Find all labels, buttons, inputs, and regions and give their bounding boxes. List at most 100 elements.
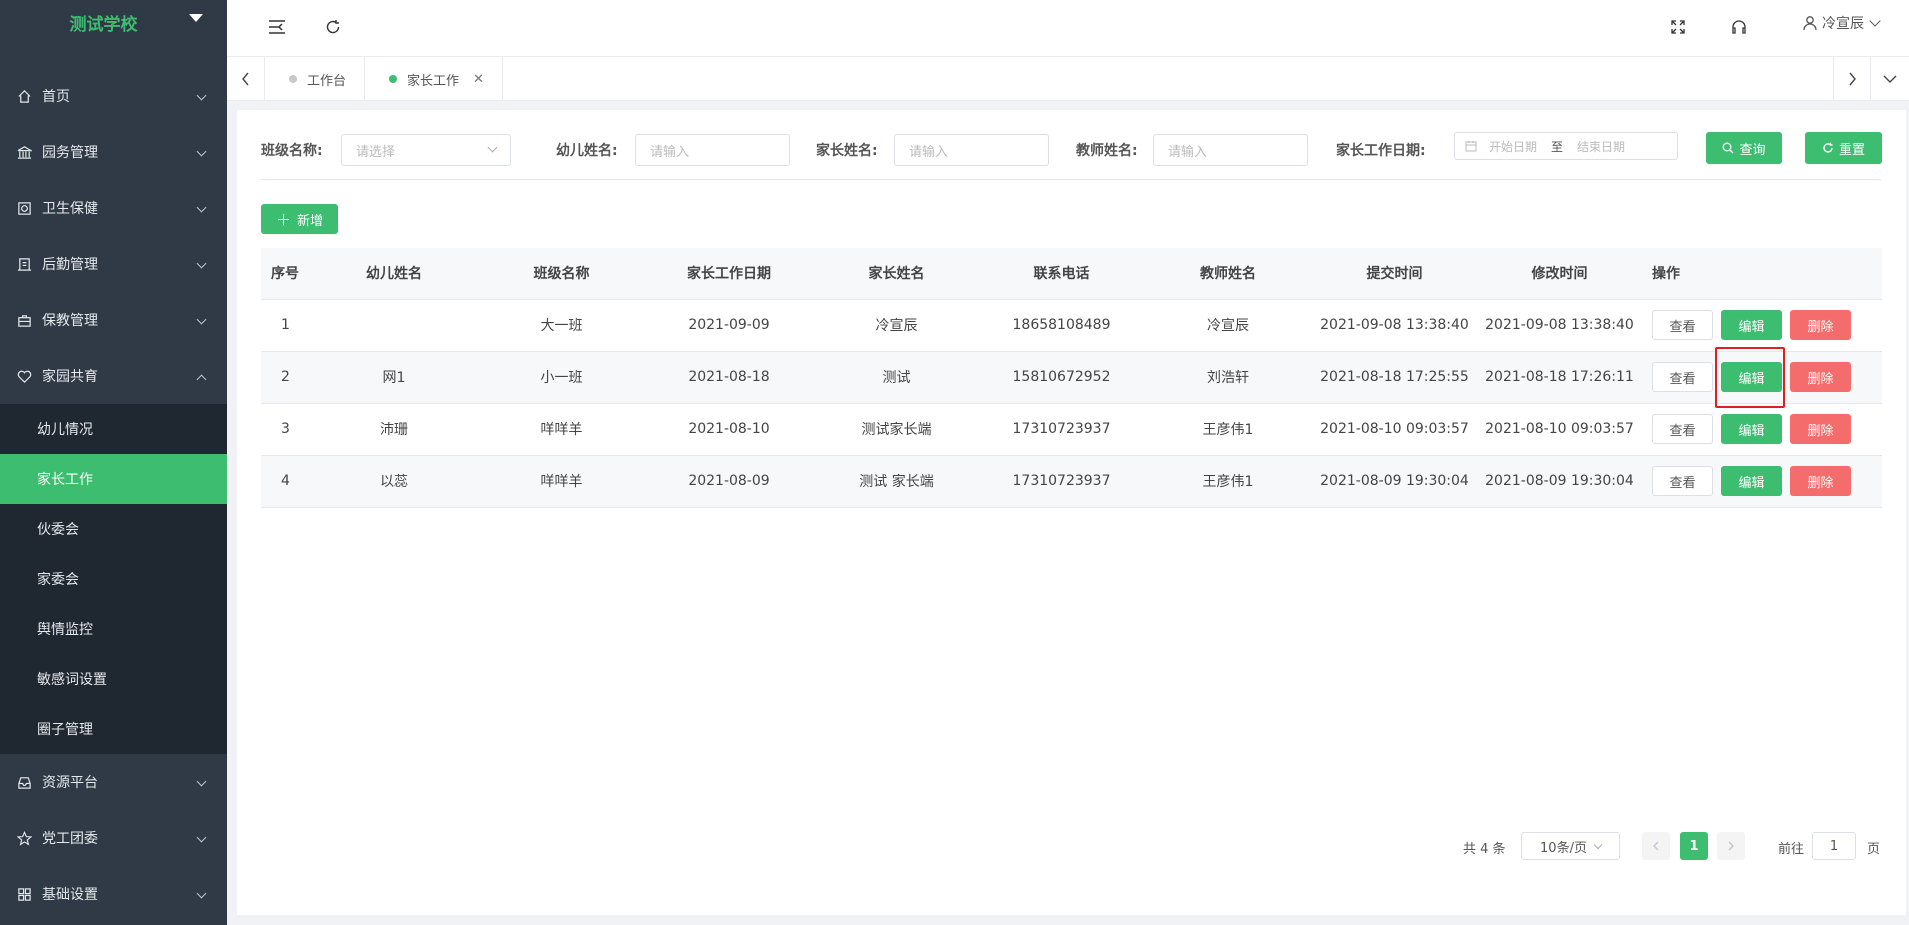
tabs-scroll-right-icon[interactable] xyxy=(1833,57,1871,101)
goto-page-input[interactable]: 1 xyxy=(1812,832,1856,860)
refresh-icon xyxy=(1822,142,1834,154)
table-cell: 冷宣辰 xyxy=(814,299,979,352)
teacher-name-input[interactable]: 请输入 xyxy=(1153,134,1308,166)
query-button[interactable]: 查询 xyxy=(1706,132,1782,164)
col-header: 教师姓名 xyxy=(1144,248,1312,300)
table-cell: 2021-08-18 17:26:11 xyxy=(1477,351,1642,404)
edit-button[interactable]: 编辑 xyxy=(1721,362,1782,392)
page-size-select[interactable]: 10条/页 xyxy=(1521,832,1620,860)
table-cell: 测试 xyxy=(814,351,979,404)
delete-button[interactable]: 删除 xyxy=(1790,362,1851,392)
parent-name-placeholder: 请输入 xyxy=(909,144,949,160)
table-cell: 王彦伟1 xyxy=(1144,455,1312,508)
table-cell: 2021-09-09 xyxy=(644,299,814,352)
sidebar-item-basic-settings[interactable]: 基础设置 xyxy=(0,866,227,922)
school-logo[interactable]: 测试学校 xyxy=(0,0,227,44)
headset-icon[interactable] xyxy=(1729,17,1749,37)
sidebar-item-health[interactable]: 卫生保健 xyxy=(0,180,227,236)
view-button[interactable]: 查看 xyxy=(1652,466,1713,496)
table-cell: 大一班 xyxy=(479,299,644,352)
table-cell: 2 xyxy=(261,351,309,404)
tab-workbench[interactable]: 工作台 xyxy=(265,57,366,101)
refresh-icon[interactable] xyxy=(323,17,343,37)
sidebar-item-logistics[interactable]: 后勤管理 xyxy=(0,236,227,292)
total-count: 共 4 条 xyxy=(1463,842,1506,857)
table-cell: 2021-08-09 19:30:04 xyxy=(1477,455,1642,508)
table-cell: 沛珊 xyxy=(309,403,479,456)
table-cell: 2021-08-18 17:25:55 xyxy=(1312,351,1477,404)
sidebar-subitem-sensitive-words[interactable]: 敏感词设置 xyxy=(0,654,227,704)
end-date-placeholder: 结束日期 xyxy=(1577,139,1626,154)
sidebar-item-home[interactable]: 首页 xyxy=(0,68,227,124)
col-header: 家长姓名 xyxy=(814,248,979,300)
sidebar-item-label: 后勤管理 xyxy=(42,257,98,273)
teacher-name-placeholder: 请输入 xyxy=(1168,144,1208,160)
user-icon xyxy=(1802,15,1818,31)
date-range-picker[interactable]: 开始日期 至 结束日期 xyxy=(1454,132,1678,160)
table-cell: 以蕊 xyxy=(309,455,479,508)
table-cell: 2021-08-10 xyxy=(644,403,814,456)
sidebar-item-label: 党工团委 xyxy=(42,831,98,847)
child-name-input[interactable]: 请输入 xyxy=(635,134,790,166)
sidebar: 测试学校 首页 园务管理 卫生保健 后勤管理 保教管理 家园共育 幼儿情况 家长… xyxy=(0,0,227,925)
prev-page-button[interactable] xyxy=(1642,832,1670,860)
page-number-current[interactable]: 1 xyxy=(1680,832,1708,860)
delete-button[interactable]: 删除 xyxy=(1790,414,1851,444)
sidebar-item-label: 资源平台 xyxy=(42,775,98,791)
delete-button[interactable]: 删除 xyxy=(1790,466,1851,496)
table-cell: 刘浩轩 xyxy=(1144,351,1312,404)
table-cell: 17310723937 xyxy=(979,403,1144,456)
table-row: 2 网1 小一班 2021-08-18 测试 15810672952 刘浩轩 2021-08-… xyxy=(261,351,1882,404)
table-cell: 1 xyxy=(261,299,309,352)
sidebar-subitem-circle[interactable]: 圈子管理 xyxy=(0,704,227,754)
parent-work-table: 序号 幼儿姓名 班级名称 家长工作日期 家长姓名 联系电话 教师姓名 提交时间 … xyxy=(261,248,1882,508)
table-cell: 2021-09-08 13:38:40 xyxy=(1312,299,1477,352)
sidebar-subitem-children[interactable]: 幼儿情况 xyxy=(0,404,227,454)
table-body: 1 大一班 2021-09-09 冷宣辰 18658108489 冷宣辰 2021-09-0… xyxy=(261,299,1882,508)
class-select[interactable]: 请选择 xyxy=(341,134,511,166)
add-button-label: 新增 xyxy=(297,213,324,229)
edit-button[interactable]: 编辑 xyxy=(1721,310,1782,340)
col-header: 联系电话 xyxy=(979,248,1144,300)
menu-collapse-icon[interactable] xyxy=(267,17,287,37)
user-menu[interactable]: 冷宣辰 xyxy=(1802,13,1881,33)
heart-icon xyxy=(16,368,32,384)
table-cell: 网1 xyxy=(309,351,479,404)
edit-button[interactable]: 编辑 xyxy=(1721,414,1782,444)
class-select-placeholder: 请选择 xyxy=(356,144,396,160)
sidebar-item-education[interactable]: 保教管理 xyxy=(0,292,227,348)
grid-icon xyxy=(16,886,32,902)
sidebar-subitem-meal-committee[interactable]: 伙委会 xyxy=(0,504,227,554)
goto-suffix: 页 xyxy=(1867,842,1881,857)
parent-name-input[interactable]: 请输入 xyxy=(894,134,1049,166)
fullscreen-icon[interactable] xyxy=(1668,17,1688,37)
caret-down-icon[interactable] xyxy=(189,14,203,22)
row-actions: 查看 编辑 删除 xyxy=(1642,403,1882,456)
sidebar-item-home-school[interactable]: 家园共育 xyxy=(0,348,227,404)
chevron-down-icon xyxy=(196,258,207,269)
view-button[interactable]: 查看 xyxy=(1652,310,1713,340)
edit-button[interactable]: 编辑 xyxy=(1721,466,1782,496)
sidebar-item-resources[interactable]: 资源平台 xyxy=(0,754,227,810)
building-icon xyxy=(16,256,32,272)
sidebar-subitem-opinion-monitor[interactable]: 舆情监控 xyxy=(0,604,227,654)
view-button[interactable]: 查看 xyxy=(1652,414,1713,444)
col-header: 操作 xyxy=(1642,248,1882,300)
view-button[interactable]: 查看 xyxy=(1652,362,1713,392)
sidebar-subitem-parent-committee[interactable]: 家委会 xyxy=(0,554,227,604)
sidebar-item-party[interactable]: 党工团委 xyxy=(0,810,227,866)
tabs-scroll-left-icon[interactable] xyxy=(227,57,265,101)
tab-label: 工作台 xyxy=(307,73,347,89)
sidebar-item-label: 园务管理 xyxy=(42,145,98,161)
sidebar-item-campus-admin[interactable]: 园务管理 xyxy=(0,124,227,180)
reset-button[interactable]: 重置 xyxy=(1805,132,1882,164)
tab-parent-work[interactable]: 家长工作 ✕ xyxy=(365,57,503,101)
sidebar-subitem-parent-work[interactable]: 家长工作 xyxy=(0,454,227,504)
table-header-row: 序号 幼儿姓名 班级名称 家长工作日期 家长姓名 联系电话 教师姓名 提交时间 … xyxy=(261,248,1882,300)
close-icon[interactable]: ✕ xyxy=(473,72,484,87)
delete-button[interactable]: 删除 xyxy=(1790,310,1851,340)
add-button[interactable]: ＋ 新增 xyxy=(261,204,338,234)
tabs-dropdown-icon[interactable] xyxy=(1871,57,1909,101)
next-page-button[interactable] xyxy=(1717,832,1745,860)
table-cell: 15810672952 xyxy=(979,351,1144,404)
